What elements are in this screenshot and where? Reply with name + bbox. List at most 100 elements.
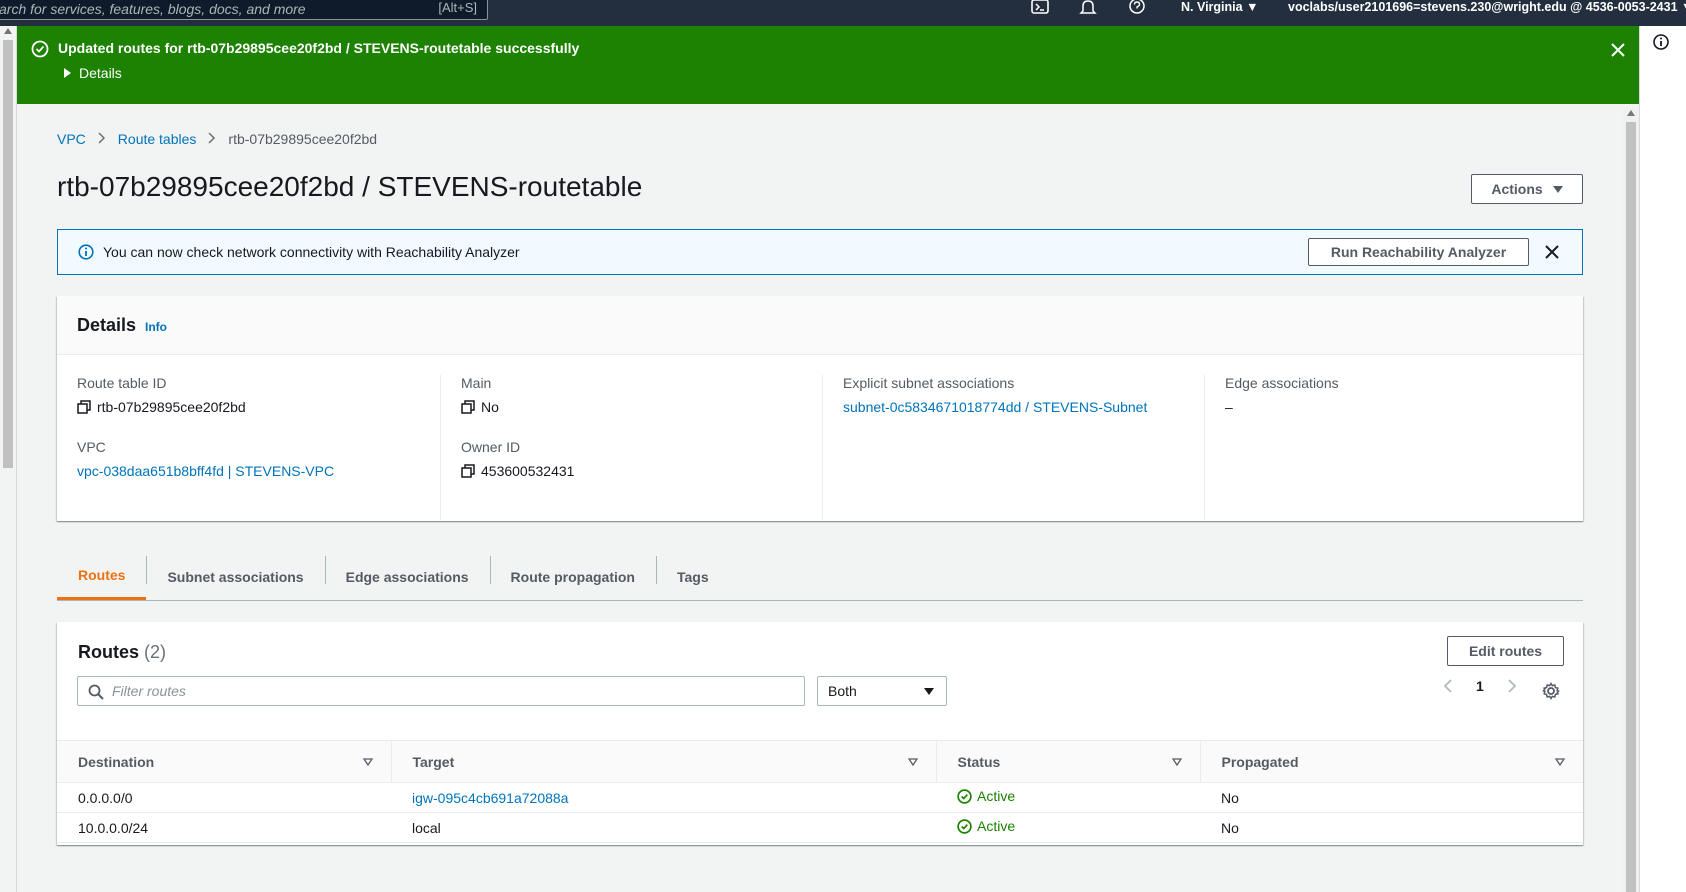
table-row[interactable]: 10.0.0.0/24 local Active No bbox=[57, 812, 1583, 843]
success-check-icon bbox=[31, 40, 49, 58]
routes-title: Routes (2) bbox=[78, 642, 166, 663]
search-shortcut: [Alt+S] bbox=[438, 0, 477, 15]
routes-panel: Routes (2) Edit routes Both 1 Destinatio… bbox=[57, 622, 1583, 845]
column-header-label: Target bbox=[412, 753, 455, 770]
tab-subnet-associations[interactable]: Subnet associations bbox=[146, 553, 324, 600]
route-table-id: rtb-07b29895cee20f2bd bbox=[97, 399, 246, 415]
actions-button[interactable]: Actions bbox=[1471, 174, 1583, 204]
route-type-select-value: Both bbox=[828, 683, 857, 699]
routes-table: Destination Target Status Propagated 0.0… bbox=[57, 740, 1583, 843]
pagination: 1 bbox=[1442, 678, 1518, 694]
vpc-link[interactable]: vpc-038daa651b8bff4fd | STEVENS-VPC bbox=[77, 463, 334, 479]
breadcrumb-vpc[interactable]: VPC bbox=[57, 131, 86, 147]
breadcrumb-route-tables[interactable]: Route tables bbox=[118, 131, 197, 147]
top-navigation-bar: arch for services, features, blogs, docs… bbox=[0, 0, 1686, 26]
scrollbar-thumb[interactable] bbox=[3, 40, 13, 468]
chevron-right-icon bbox=[208, 131, 216, 147]
propagated-cell: No bbox=[1200, 812, 1583, 843]
status-cell: Active bbox=[936, 812, 1200, 843]
details-panel-header: Details Info bbox=[57, 296, 1583, 355]
close-icon[interactable] bbox=[1544, 244, 1560, 260]
main-value: No bbox=[461, 399, 822, 415]
explicit-subnet-link[interactable]: subnet-0c5834671018774dd / STEVENS-Subne… bbox=[843, 399, 1147, 415]
success-flash-message: Updated routes for rtb-07b29895cee20f2bd… bbox=[17, 26, 1639, 104]
breadcrumb-current: rtb-07b29895cee20f2bd bbox=[228, 131, 378, 147]
reachability-info-banner: You can now check network connectivity w… bbox=[57, 229, 1583, 275]
routes-count: (2) bbox=[144, 642, 167, 662]
column-header-propagated[interactable]: Propagated bbox=[1199, 740, 1583, 783]
owner-id-value: 453600532431 bbox=[461, 463, 822, 479]
copy-icon[interactable] bbox=[461, 400, 475, 414]
propagated-cell: No bbox=[1200, 782, 1583, 813]
target-link[interactable]: igw-095c4cb691a72088a bbox=[412, 790, 568, 806]
sidebar-scrollbar[interactable] bbox=[0, 26, 17, 892]
sort-caret-icon[interactable] bbox=[1555, 758, 1565, 766]
copy-icon[interactable] bbox=[77, 400, 91, 414]
scroll-up-arrow-icon[interactable] bbox=[4, 28, 12, 34]
caret-down-icon bbox=[1552, 185, 1563, 193]
edge-associations-value: – bbox=[1225, 399, 1233, 415]
details-column-2: Main No Owner ID 453600532431 bbox=[440, 375, 822, 520]
details-title: Details bbox=[77, 315, 137, 335]
close-icon[interactable] bbox=[1609, 41, 1627, 59]
explicit-subnet-label: Explicit subnet associations bbox=[843, 375, 1015, 391]
flash-message-text: Updated routes for rtb-07b29895cee20f2bd… bbox=[58, 40, 580, 56]
details-info-link[interactable]: Info bbox=[145, 320, 167, 334]
tab-routes[interactable]: Routes bbox=[57, 553, 147, 600]
scrollbar-thumb[interactable] bbox=[1626, 122, 1636, 892]
filter-routes-field[interactable] bbox=[77, 676, 805, 706]
filter-routes-input[interactable] bbox=[112, 679, 792, 703]
flash-details-label: Details bbox=[79, 65, 122, 81]
current-page[interactable]: 1 bbox=[1476, 678, 1484, 694]
column-header-label: Status bbox=[957, 753, 1001, 770]
flash-details-toggle[interactable]: Details bbox=[64, 65, 122, 81]
chevron-right-icon bbox=[98, 131, 106, 147]
route-table-id-value: rtb-07b29895cee20f2bd bbox=[77, 399, 437, 415]
route-type-select[interactable]: Both bbox=[817, 676, 947, 706]
copy-icon[interactable] bbox=[461, 464, 475, 478]
search-placeholder: arch for services, features, blogs, docs… bbox=[0, 1, 306, 17]
status-indicator: Active bbox=[957, 788, 1015, 804]
routes-title-text: Routes bbox=[78, 642, 140, 662]
edge-associations-label: Edge associations bbox=[1225, 375, 1339, 391]
tab-route-propagation[interactable]: Route propagation bbox=[489, 553, 656, 600]
details-panel: Details Info Route table ID rtb-07b29895… bbox=[57, 296, 1583, 521]
info-icon[interactable] bbox=[1653, 34, 1669, 50]
target-cell: local bbox=[391, 812, 936, 843]
column-header-status[interactable]: Status bbox=[935, 740, 1200, 783]
status-cell: Active bbox=[936, 782, 1200, 813]
region-selector[interactable]: N. Virginia ▼ bbox=[1181, 0, 1258, 14]
column-header-destination[interactable]: Destination bbox=[57, 740, 391, 783]
tab-tags[interactable]: Tags bbox=[655, 553, 730, 600]
gear-icon[interactable] bbox=[1542, 682, 1560, 700]
info-banner-text: You can now check network connectivity w… bbox=[103, 244, 520, 260]
destination-cell: 10.0.0.0/24 bbox=[57, 812, 391, 843]
owner-id: 453600532431 bbox=[481, 463, 575, 479]
main-label: Main bbox=[461, 375, 492, 391]
run-reachability-analyzer-label: Run Reachability Analyzer bbox=[1330, 244, 1507, 260]
main-scrollbar[interactable] bbox=[1623, 108, 1639, 892]
account-menu[interactable]: voclabs/user2101696=stevens.230@wright.e… bbox=[1288, 0, 1686, 14]
table-row[interactable]: 0.0.0.0/0 igw-095c4cb691a72088a Active N… bbox=[57, 782, 1583, 813]
cloudshell-icon[interactable] bbox=[1031, 0, 1049, 14]
tabs: Routes Subnet associations Edge associat… bbox=[57, 553, 1583, 601]
main-text: No bbox=[481, 399, 499, 415]
info-icon bbox=[78, 244, 94, 260]
column-header-target[interactable]: Target bbox=[390, 740, 936, 783]
chevron-right-icon[interactable] bbox=[1504, 679, 1518, 693]
bell-icon[interactable] bbox=[1079, 0, 1097, 14]
run-reachability-analyzer-button[interactable]: Run Reachability Analyzer bbox=[1308, 238, 1529, 266]
scroll-up-arrow-icon[interactable] bbox=[1627, 110, 1635, 116]
tab-edge-associations[interactable]: Edge associations bbox=[324, 553, 490, 600]
chevron-left-icon[interactable] bbox=[1442, 679, 1456, 693]
caret-down-icon bbox=[924, 688, 934, 695]
sort-caret-icon[interactable] bbox=[1171, 758, 1182, 766]
edit-routes-button[interactable]: Edit routes bbox=[1447, 636, 1564, 666]
target-cell: igw-095c4cb691a72088a bbox=[391, 782, 936, 813]
sort-caret-icon[interactable] bbox=[362, 758, 373, 766]
search-box[interactable]: arch for services, features, blogs, docs… bbox=[0, 0, 488, 20]
table-header-row: Destination Target Status Propagated bbox=[57, 740, 1583, 783]
caret-right-icon bbox=[64, 68, 71, 78]
sort-caret-icon[interactable] bbox=[907, 758, 918, 766]
help-icon[interactable] bbox=[1128, 0, 1146, 14]
